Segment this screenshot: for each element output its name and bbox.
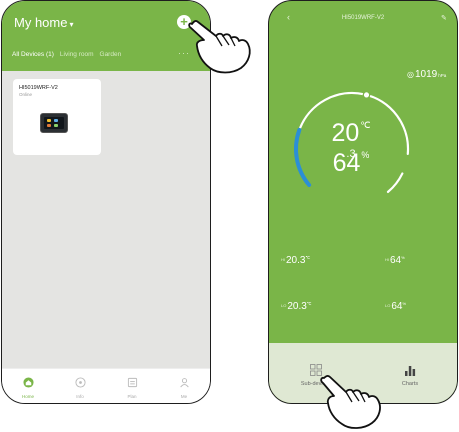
edit-icon[interactable]: ✎: [441, 14, 447, 22]
device-status: Online: [19, 92, 33, 97]
min-humidity: LO64%: [385, 301, 407, 312]
tab-all-devices[interactable]: All Devices (1): [12, 51, 54, 63]
bar-chart-icon: [405, 366, 416, 376]
home-header: My home ▾ + All Devices (1) Living room G…: [2, 1, 210, 71]
gauge-knob: [362, 91, 371, 99]
plan-icon: [127, 377, 137, 388]
pointing-hand-icon-2: [320, 375, 381, 429]
device-detail-screen: ‹ HI5019WRF-V2 ✎ ◎1019hPa 20℃ .3 64% HI20…: [268, 0, 458, 404]
home-icon: [22, 377, 34, 388]
nav-home[interactable]: Home: [2, 369, 54, 403]
humidity-display: 64%: [311, 149, 391, 178]
nav-info[interactable]: Info: [54, 369, 106, 403]
bottom-nav: Home Info Plan Me: [2, 368, 210, 403]
nav-plan[interactable]: Plan: [106, 369, 158, 403]
max-temperature: HI20.3℃: [281, 255, 310, 266]
home-selector[interactable]: My home ▾: [14, 15, 73, 30]
pressure-readout: ◎1019hPa: [407, 69, 446, 80]
nav-me[interactable]: Me: [158, 369, 210, 403]
chevron-down-icon: ▾: [69, 20, 74, 29]
humidity-unit: %: [361, 150, 370, 160]
nav-home-label: Home: [21, 394, 34, 399]
pressure-value: 1019: [414, 69, 438, 80]
home-title: My home: [14, 15, 68, 30]
device-card[interactable]: HI5019WRF-V2 Online: [13, 79, 101, 155]
info-icon: [74, 377, 86, 388]
home-screen: My home ▾ + All Devices (1) Living room G…: [1, 0, 211, 404]
tab-living-room[interactable]: Living room: [60, 51, 94, 63]
room-tabs: All Devices (1) Living room Garden: [12, 51, 121, 63]
humidity-value: 64: [332, 149, 361, 177]
max-humidity: HI64%: [385, 255, 405, 266]
tab-garden[interactable]: Garden: [100, 51, 122, 63]
device-title: HI5019WRF-V2: [341, 15, 385, 21]
nav-plan-label: Plan: [127, 394, 137, 399]
pointing-hand-icon: [188, 20, 251, 74]
device-name: HI5019WRF-V2: [19, 85, 58, 91]
pressure-icon: ◎: [407, 70, 414, 79]
me-icon: [179, 378, 189, 388]
nav-me-label: Me: [180, 394, 188, 399]
temperature-value: 20: [331, 119, 360, 147]
weather-station-image: [40, 113, 68, 133]
pressure-unit: hPa: [438, 73, 447, 78]
nav-info-label: Info: [76, 394, 84, 399]
min-temperature: LO20.3℃: [281, 301, 312, 312]
